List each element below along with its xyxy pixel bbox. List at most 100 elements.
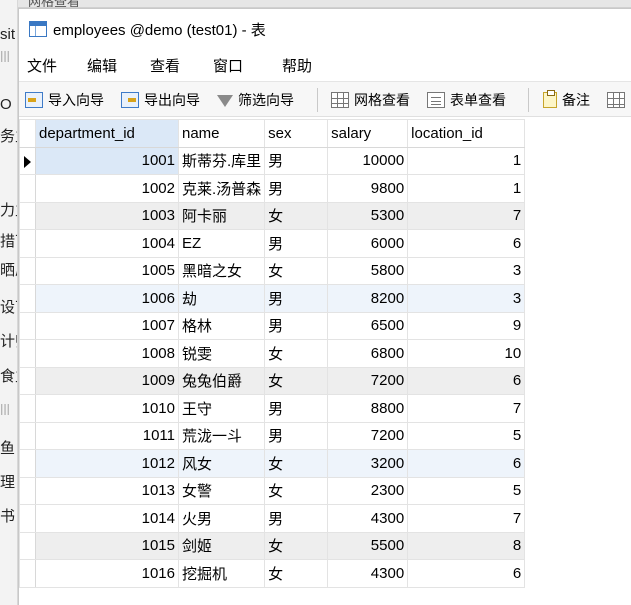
menu-window[interactable]: 窗口 — [213, 55, 243, 76]
cell-salary[interactable]: 7200 — [327, 366, 409, 395]
cell-sex[interactable]: 女 — [264, 256, 329, 285]
cell-location-id[interactable]: 1 — [407, 174, 526, 203]
cell-salary[interactable]: 6800 — [327, 339, 409, 368]
cell-department-id[interactable]: 1004 — [35, 229, 179, 258]
column-header-department-id[interactable]: department_id — [35, 119, 179, 148]
cell-location-id[interactable]: 6 — [407, 366, 526, 395]
row-selector[interactable] — [19, 421, 36, 450]
row-selector[interactable] — [19, 394, 36, 423]
row-selector[interactable] — [19, 366, 36, 395]
cell-department-id[interactable]: 1016 — [35, 559, 179, 588]
cell-salary[interactable]: 10000 — [327, 146, 409, 175]
menu-help[interactable]: 帮助 — [282, 55, 312, 76]
table-row[interactable]: 1010 王守男 8800 7 — [19, 394, 526, 423]
cell-name[interactable]: 风女 — [177, 449, 266, 478]
row-selector[interactable] — [19, 229, 36, 258]
table-row[interactable]: 1001 斯蒂芬.库里男 10000 1 — [19, 146, 526, 175]
cell-department-id[interactable]: 1001 — [35, 146, 179, 175]
cell-name[interactable]: 火男 — [177, 504, 266, 533]
more-view-button[interactable] — [607, 88, 630, 112]
cell-location-id[interactable]: 7 — [407, 504, 526, 533]
table-row[interactable]: 1004 EZ 男 6000 6 — [19, 229, 526, 258]
cell-salary[interactable]: 6000 — [327, 229, 409, 258]
cell-location-id[interactable]: 9 — [407, 311, 526, 340]
cell-location-id[interactable]: 7 — [407, 394, 526, 423]
cell-department-id[interactable]: 1009 — [35, 366, 179, 395]
table-row[interactable]: 1014 火男男 4300 7 — [19, 504, 526, 533]
cell-location-id[interactable]: 5 — [407, 421, 526, 450]
table-row[interactable]: 1016 挖掘机女 4300 6 — [19, 559, 526, 588]
cell-sex[interactable]: 男 — [264, 174, 329, 203]
cell-department-id[interactable]: 1008 — [35, 339, 179, 368]
row-selector[interactable] — [19, 476, 36, 505]
cell-sex[interactable]: 女 — [264, 559, 329, 588]
cell-sex[interactable]: 女 — [264, 339, 329, 368]
cell-name[interactable]: 阿卡丽 — [177, 201, 266, 230]
cell-sex[interactable]: 男 — [264, 394, 329, 423]
cell-sex[interactable]: 女 — [264, 531, 329, 560]
cell-name[interactable]: 剑姬 — [177, 531, 266, 560]
cell-department-id[interactable]: 1003 — [35, 201, 179, 230]
table-row[interactable]: 1008 锐雯女 6800 10 — [19, 339, 526, 368]
table-row[interactable]: 1007 格林男 6500 9 — [19, 311, 526, 340]
cell-name[interactable]: 克莱.汤普森 — [177, 174, 266, 203]
cell-sex[interactable]: 女 — [264, 476, 329, 505]
import-wizard-button[interactable]: 导入向导 — [25, 88, 104, 112]
cell-location-id[interactable]: 5 — [407, 476, 526, 505]
cell-department-id[interactable]: 1012 — [35, 449, 179, 478]
cell-name[interactable]: 挖掘机 — [177, 559, 266, 588]
cell-salary[interactable]: 5800 — [327, 256, 409, 285]
export-wizard-button[interactable]: 导出向导 — [121, 88, 200, 112]
cell-sex[interactable]: 女 — [264, 366, 329, 395]
row-selector[interactable] — [19, 504, 36, 533]
cell-name[interactable]: 荒泷一斗 — [177, 421, 266, 450]
cell-salary[interactable]: 6500 — [327, 311, 409, 340]
cell-name[interactable]: 格林 — [177, 311, 266, 340]
note-button[interactable]: 备注 — [543, 88, 590, 112]
cell-department-id[interactable]: 1002 — [35, 174, 179, 203]
cell-sex[interactable]: 女 — [264, 449, 329, 478]
row-selector[interactable] — [19, 174, 36, 203]
cell-salary[interactable]: 7200 — [327, 421, 409, 450]
cell-sex[interactable]: 男 — [264, 311, 329, 340]
cell-salary[interactable]: 5300 — [327, 201, 409, 230]
cell-name[interactable]: 锐雯 — [177, 339, 266, 368]
cell-location-id[interactable]: 10 — [407, 339, 526, 368]
table-row[interactable]: 1006 劫男 8200 3 — [19, 284, 526, 313]
cell-name[interactable]: 黑暗之女 — [177, 256, 266, 285]
cell-salary[interactable]: 8200 — [327, 284, 409, 313]
column-header-salary[interactable]: salary — [327, 119, 409, 148]
row-selector[interactable] — [19, 256, 36, 285]
cell-name[interactable]: 斯蒂芬.库里 — [177, 146, 266, 175]
cell-location-id[interactable]: 8 — [407, 531, 526, 560]
cell-salary[interactable]: 5500 — [327, 531, 409, 560]
cell-name[interactable]: 劫 — [177, 284, 266, 313]
cell-location-id[interactable]: 6 — [407, 559, 526, 588]
menu-file[interactable]: 文件 — [27, 55, 57, 76]
cell-name[interactable]: 兔兔伯爵 — [177, 366, 266, 395]
cell-department-id[interactable]: 1005 — [35, 256, 179, 285]
cell-sex[interactable]: 男 — [264, 229, 329, 258]
column-header-location-id[interactable]: location_id — [407, 119, 526, 148]
row-selector[interactable] — [19, 201, 36, 230]
cell-department-id[interactable]: 1015 — [35, 531, 179, 560]
table-row[interactable]: 1009 兔兔伯爵女 7200 6 — [19, 366, 526, 395]
grid-view-button[interactable]: 网格查看 — [331, 88, 410, 112]
cell-salary[interactable]: 2300 — [327, 476, 409, 505]
cell-department-id[interactable]: 1011 — [35, 421, 179, 450]
cell-name[interactable]: 王守 — [177, 394, 266, 423]
cell-salary[interactable]: 9800 — [327, 174, 409, 203]
row-selector[interactable] — [19, 559, 36, 588]
filter-wizard-button[interactable]: 筛选向导 — [217, 88, 294, 112]
table-row[interactable]: 1015 剑姬女 5500 8 — [19, 531, 526, 560]
cell-sex[interactable]: 男 — [264, 284, 329, 313]
column-header-name[interactable]: name — [177, 119, 266, 148]
cell-sex[interactable]: 男 — [264, 146, 329, 175]
cell-department-id[interactable]: 1014 — [35, 504, 179, 533]
table-row[interactable]: 1012 风女女 3200 6 — [19, 449, 526, 478]
menu-edit[interactable]: 编辑 — [87, 55, 117, 76]
column-header-sex[interactable]: sex — [264, 119, 329, 148]
menu-view[interactable]: 查看 — [150, 55, 180, 76]
cell-name[interactable]: EZ — [177, 229, 266, 258]
row-selector[interactable] — [19, 146, 36, 175]
